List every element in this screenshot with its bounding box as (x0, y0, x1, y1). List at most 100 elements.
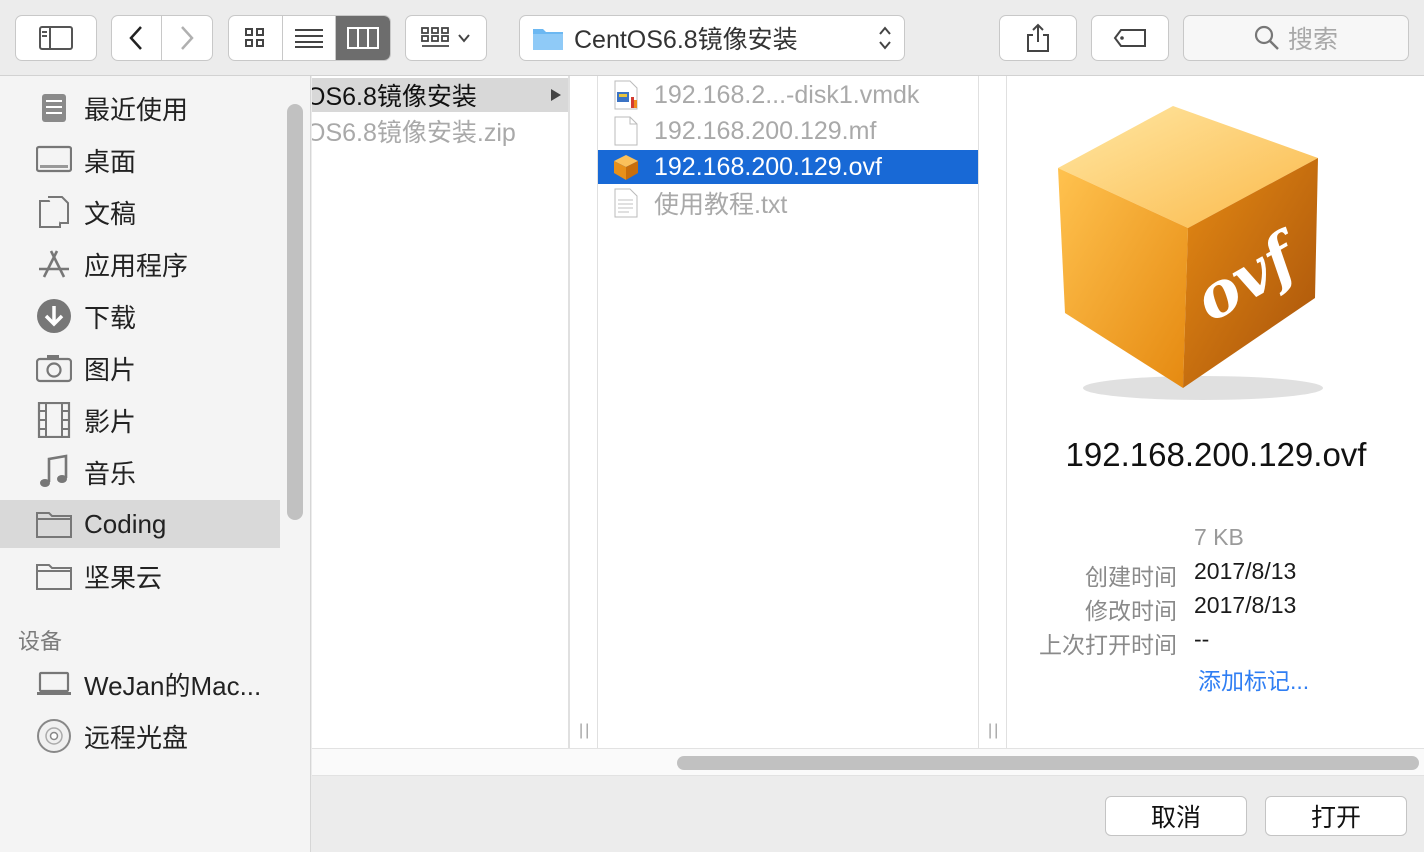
list-item-selected[interactable]: 192.168.200.129.ovf (598, 150, 978, 184)
tag-button[interactable] (1091, 15, 1169, 61)
sidebar-item-label: 应用程序 (84, 250, 189, 281)
laptop-icon (36, 666, 72, 702)
group-by-button[interactable] (405, 15, 487, 61)
sidebar-item-desktop[interactable]: 桌面 (0, 136, 280, 184)
sidebar-item-label: 最近使用 (84, 94, 189, 125)
column-view-button[interactable] (336, 16, 390, 60)
sidebar-item-music[interactable]: 音乐 (0, 448, 280, 496)
list-item[interactable]: OS6.8镜像安装.zip (312, 114, 568, 148)
file-name: 192.168.2...-disk1.vmdk (654, 80, 920, 109)
document-file-icon (612, 116, 640, 146)
last-opened-value: -- (1194, 626, 1210, 652)
view-mode-segment (228, 15, 391, 61)
chevron-right-icon (180, 26, 194, 50)
sidebar-item-label: Coding (84, 508, 167, 539)
folder-icon (36, 558, 72, 594)
tag-icon (1113, 29, 1146, 47)
sidebar-item-documents[interactable]: 文稿 (0, 188, 280, 236)
music-icon (36, 454, 72, 490)
list-item[interactable]: 使用教程.txt (598, 186, 978, 220)
chevron-left-icon (129, 26, 143, 50)
disclosure-triangle-icon (551, 89, 561, 101)
ovf-large-icon: ovf (1058, 106, 1323, 400)
cancel-button[interactable]: 取消 (1105, 796, 1247, 836)
sidebar-item-label: 文稿 (84, 198, 137, 229)
sidebar-icon (39, 26, 73, 50)
columns-icon (347, 27, 380, 49)
movies-icon (36, 402, 72, 438)
navigation-buttons (111, 15, 213, 61)
horizontal-scrollbar[interactable] (312, 748, 1424, 776)
sidebar-item-label: 坚果云 (84, 562, 163, 593)
dialog-footer: 取消 打开 (312, 776, 1424, 852)
back-button[interactable] (112, 16, 162, 60)
created-value: 2017/8/13 (1194, 558, 1297, 584)
downloads-icon (36, 298, 72, 334)
path-popup[interactable]: CentOS6.8镜像安装 (519, 15, 905, 61)
documents-icon (36, 194, 72, 230)
modified-value: 2017/8/13 (1194, 592, 1297, 618)
sidebar-item-pictures[interactable]: 图片 (0, 344, 280, 392)
list-icon (295, 29, 323, 48)
column-1: OS6.8镜像安装 OS6.8镜像安装.zip (312, 76, 569, 748)
list-item[interactable]: OS6.8镜像安装 (312, 78, 568, 112)
sidebar-item-label: 图片 (84, 354, 137, 385)
file-name: 192.168.200.129.mf (654, 116, 877, 145)
ovf-file-icon (612, 152, 640, 182)
sidebar-scrollbar[interactable] (287, 104, 303, 520)
sidebar-item-label: 影片 (84, 406, 137, 437)
sidebar-item-movies[interactable]: 影片 (0, 396, 280, 444)
updown-chevron-icon (879, 26, 891, 50)
sidebar-item-label: 音乐 (84, 458, 137, 489)
grid-icon (245, 28, 265, 47)
modified-label: 修改时间 (1085, 598, 1177, 624)
sidebar-item-label: 桌面 (84, 146, 137, 177)
sidebar-item-label: 下载 (84, 302, 137, 333)
sidebar-toggle-button[interactable] (15, 15, 97, 61)
sidebar-item-remote-disc[interactable]: 远程光盘 (0, 712, 280, 760)
column-browser: OS6.8镜像安装 OS6.8镜像安装.zip || 192.168.2...-… (312, 76, 1424, 748)
preview-file-size: 7 KB (1194, 524, 1244, 550)
toolbar: CentOS6.8镜像安装 搜索 (0, 0, 1424, 76)
sidebar: 最近使用 桌面 文稿 应用程序 下载 图片 影片 音乐 Coding 坚果云 设… (0, 76, 311, 852)
gallery-grid-icon (421, 27, 449, 47)
search-placeholder: 搜索 (1287, 26, 1338, 54)
open-button[interactable]: 打开 (1265, 796, 1407, 836)
folder-name: OS6.8镜像安装 (312, 83, 477, 111)
sidebar-item-coding[interactable]: Coding (0, 500, 280, 548)
chevron-down-icon (458, 34, 470, 43)
devices-header: 设备 (18, 629, 63, 654)
folder-icon (36, 506, 72, 542)
share-icon (1027, 23, 1049, 52)
list-item[interactable]: 192.168.200.129.mf (598, 114, 978, 148)
file-name: 使用教程.txt (654, 191, 788, 219)
path-popup-label: CentOS6.8镜像安装 (574, 26, 798, 54)
sidebar-item-mac[interactable]: WeJan的Mac... (0, 660, 280, 708)
list-view-button[interactable] (283, 16, 337, 60)
pictures-icon (36, 350, 72, 386)
applications-icon (36, 246, 72, 282)
list-item[interactable]: 192.168.2...-disk1.vmdk (598, 78, 978, 112)
text-file-icon (612, 188, 640, 218)
column-resize-handle[interactable]: || (569, 76, 598, 748)
sidebar-item-recents[interactable]: 最近使用 (0, 84, 280, 132)
icon-view-button[interactable] (229, 16, 283, 60)
sidebar-item-label: WeJan的Mac... (84, 670, 262, 701)
sidebar-item-applications[interactable]: 应用程序 (0, 240, 280, 288)
folder-icon (533, 29, 563, 50)
file-name: 192.168.200.129.ovf (654, 152, 882, 181)
add-tags-link[interactable]: 添加标记... (1198, 662, 1309, 696)
created-label: 创建时间 (1085, 564, 1177, 590)
sidebar-item-downloads[interactable]: 下载 (0, 292, 280, 340)
horizontal-scrollbar-thumb[interactable] (677, 756, 1419, 770)
last-opened-label: 上次打开时间 (1039, 632, 1177, 658)
sidebar-item-jianguoyun[interactable]: 坚果云 (0, 552, 280, 600)
file-name: OS6.8镜像安装.zip (312, 119, 516, 147)
search-icon (1254, 25, 1279, 50)
search-field[interactable]: 搜索 (1183, 15, 1409, 61)
vmdk-file-icon (612, 80, 640, 110)
column-2: 192.168.2...-disk1.vmdk 192.168.200.129.… (598, 76, 978, 748)
share-button[interactable] (999, 15, 1077, 61)
preview-file-name: 192.168.200.129.ovf (1065, 436, 1367, 473)
forward-button[interactable] (162, 16, 212, 60)
